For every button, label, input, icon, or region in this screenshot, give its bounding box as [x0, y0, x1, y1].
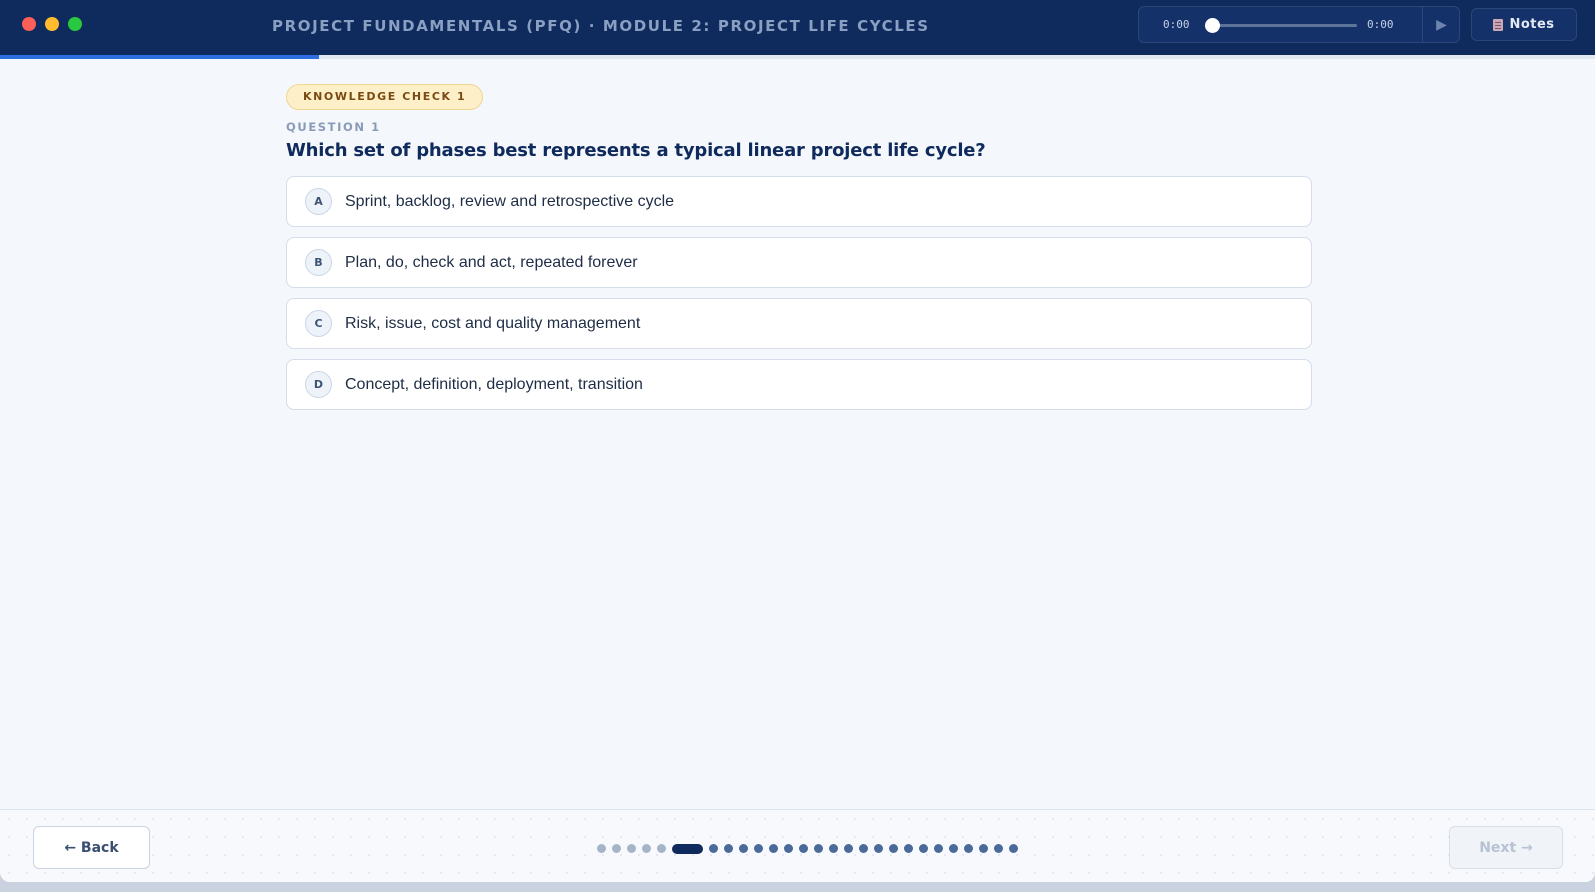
navigation-footer: ← Back Next → [0, 809, 1595, 882]
slide-dot[interactable] [904, 844, 913, 853]
option-letter: B [305, 249, 332, 276]
slide-dot[interactable] [814, 844, 823, 853]
slide-dot[interactable] [769, 844, 778, 853]
option-letter: A [305, 188, 332, 215]
slide-dot[interactable] [627, 844, 636, 853]
notes-button-label: Notes [1509, 17, 1555, 32]
slide-dot[interactable] [642, 844, 651, 853]
back-button[interactable]: ← Back [33, 826, 150, 869]
slide-dot[interactable] [612, 844, 621, 853]
audio-total-time: 0:00 [1367, 18, 1394, 31]
slide-dot[interactable] [994, 844, 1003, 853]
slide-progress-dots [597, 843, 1018, 854]
slide-dot[interactable] [829, 844, 838, 853]
option-text: Sprint, backlog, review and retrospectiv… [345, 192, 675, 210]
answer-options: A Sprint, backlog, review and retrospect… [286, 176, 1312, 410]
answer-option-b[interactable]: B Plan, do, check and act, repeated fore… [286, 237, 1312, 288]
option-text: Risk, issue, cost and quality management [345, 314, 641, 332]
slide-dot[interactable] [657, 844, 666, 853]
question-panel: KNOWLEDGE CHECK 1 QUESTION 1 Which set o… [286, 84, 1312, 420]
course-progress-fill [0, 55, 319, 59]
answer-option-c[interactable]: C Risk, issue, cost and quality manageme… [286, 298, 1312, 349]
option-text: Concept, definition, deployment, transit… [345, 375, 643, 393]
audio-seek-handle[interactable] [1205, 18, 1220, 33]
slide-dot[interactable] [799, 844, 808, 853]
slide-dot[interactable] [979, 844, 988, 853]
course-title: PROJECT FUNDAMENTALS (PFQ) · MODULE 2: P… [272, 17, 930, 35]
slide-dot[interactable] [934, 844, 943, 853]
slide-dot[interactable] [1009, 844, 1018, 853]
answer-option-d[interactable]: D Concept, definition, deployment, trans… [286, 359, 1312, 410]
slide-dot[interactable] [889, 844, 898, 853]
slide-dot[interactable] [709, 844, 718, 853]
audio-player: 0:00 0:00 ▶ [1138, 6, 1460, 43]
next-button[interactable]: Next → [1449, 826, 1563, 869]
slide-dot[interactable] [874, 844, 883, 853]
course-progress-bar [0, 55, 1595, 59]
slide-dot[interactable] [784, 844, 793, 853]
app-window: PROJECT FUNDAMENTALS (PFQ) · MODULE 2: P… [0, 0, 1595, 882]
slide-dot-current[interactable] [672, 843, 703, 854]
slide-dot[interactable] [949, 844, 958, 853]
audio-current-time: 0:00 [1163, 18, 1190, 31]
maximize-window-button[interactable] [68, 17, 82, 31]
option-letter: D [305, 371, 332, 398]
slide-dot[interactable] [859, 844, 868, 853]
slide-dot[interactable] [597, 844, 606, 853]
option-letter: C [305, 310, 332, 337]
question-text: Which set of phases best represents a ty… [286, 140, 986, 161]
audio-seek-bar[interactable] [1207, 24, 1357, 27]
title-bar: PROJECT FUNDAMENTALS (PFQ) · MODULE 2: P… [0, 0, 1595, 55]
question-number: QUESTION 1 [286, 120, 381, 134]
play-icon: ▶ [1436, 16, 1447, 32]
answer-option-a[interactable]: A Sprint, backlog, review and retrospect… [286, 176, 1312, 227]
slide-dot[interactable] [754, 844, 763, 853]
slide-dot[interactable] [724, 844, 733, 853]
document-icon [1493, 18, 1504, 31]
option-text: Plan, do, check and act, repeated foreve… [345, 253, 638, 271]
notes-button[interactable]: Notes [1471, 8, 1577, 41]
slide-dot[interactable] [964, 844, 973, 853]
close-window-button[interactable] [22, 17, 36, 31]
minimize-window-button[interactable] [45, 17, 59, 31]
slide-dot[interactable] [919, 844, 928, 853]
play-button[interactable]: ▶ [1423, 7, 1460, 42]
slide-dot[interactable] [739, 844, 748, 853]
slide-dot[interactable] [844, 844, 853, 853]
knowledge-check-badge: KNOWLEDGE CHECK 1 [286, 84, 484, 110]
